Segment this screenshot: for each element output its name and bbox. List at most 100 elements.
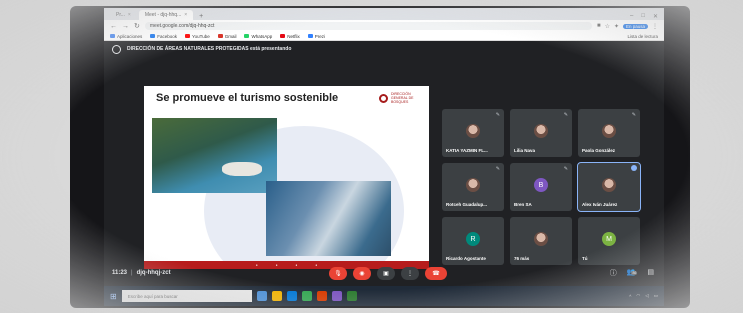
avatar xyxy=(466,178,480,192)
screen: Pr... × Meet - djq-hhq... × + – □ ✕ ← → ↻ … xyxy=(104,8,664,306)
tab-0[interactable]: Pr... × xyxy=(110,10,137,20)
photo-kayak xyxy=(152,118,277,193)
windows-start-icon[interactable]: ⊞ xyxy=(110,292,117,301)
avatar xyxy=(466,124,480,138)
minimize-icon[interactable]: – xyxy=(630,13,633,20)
address-bar-row: ← → ↻ meet.google.com/djq-hhq-zct ■ ☆ ✦ … xyxy=(104,20,664,32)
people-icon[interactable]: 👥86 xyxy=(627,268,638,278)
new-tab-icon[interactable]: + xyxy=(195,13,207,20)
participant-tile[interactable]: Lilia Nava ✎ xyxy=(510,109,572,157)
window-controls: – □ ✕ xyxy=(630,13,664,20)
end-call-button[interactable]: ☎ xyxy=(425,266,447,280)
bookmarks-bar: Aplicaciones Facebook YouTube Gmail What… xyxy=(104,32,664,41)
apps-icon xyxy=(110,34,115,39)
star-icon[interactable]: ☆ xyxy=(605,23,610,30)
bookmark-label: Prezi xyxy=(314,33,326,39)
close-icon[interactable]: × xyxy=(184,12,187,18)
task-view-icon[interactable] xyxy=(256,291,267,301)
presenting-banner: DIRECCIÓN DE ÁREAS NATURALES PROTEGIDAS … xyxy=(104,41,664,57)
bookmark-label: Facebook xyxy=(157,33,178,39)
close-window-icon[interactable]: ✕ xyxy=(653,13,658,20)
bookmark-prezi[interactable]: Prezi xyxy=(307,33,326,39)
logo-icon xyxy=(379,93,388,103)
bookmark-facebook[interactable]: Facebook xyxy=(150,34,177,39)
bookmark-label: WhatsApp xyxy=(251,33,273,39)
bookmark-label: Aplicaciones xyxy=(117,33,143,39)
camera-icon[interactable]: ■ xyxy=(597,23,601,29)
notifications-icon[interactable]: ▭ xyxy=(654,293,658,299)
bookmark-netflix[interactable]: Netflix xyxy=(280,34,300,39)
slide-title: Se promueve el turismo sostenible xyxy=(156,92,339,104)
bookmark-gmail[interactable]: Gmail xyxy=(217,34,236,39)
facebook-icon xyxy=(150,34,156,39)
slide-logo: DIRECCIÓN GENERAL DE BOSQUES xyxy=(379,92,421,104)
camera-off-button[interactable]: ◉ xyxy=(353,266,371,280)
mic-muted-icon: ✎ xyxy=(563,166,568,172)
edge-icon[interactable] xyxy=(286,291,297,301)
avatar xyxy=(602,124,616,138)
youtube-icon xyxy=(185,34,191,39)
reload-icon[interactable]: ↻ xyxy=(134,22,140,30)
taskbar-search-placeholder: Escribe aquí para buscar xyxy=(127,293,178,299)
participant-tile[interactable]: B Bren SA ✎ xyxy=(510,163,572,211)
presentation-slide: Se promueve el turismo sostenible DIRECC… xyxy=(144,86,429,269)
more-options-icon[interactable] xyxy=(631,165,637,171)
taskbar-search[interactable]: Escribe aquí para buscar xyxy=(121,290,252,302)
system-tray: ^ ◠ ◁ ▭ xyxy=(629,293,658,299)
url-text: meet.google.com/djq-hhq-zct xyxy=(149,23,215,29)
meet-bottom-bar: 11:23 | djq-hhqj-zct 🎙 ◉ ▣ ⋮ ☎ ⓘ 👥86 ▤ xyxy=(104,260,664,286)
reading-list[interactable]: Lista de lectura xyxy=(627,34,658,39)
powerpoint-icon[interactable] xyxy=(316,291,327,301)
participant-tile[interactable]: Paola González ✎ xyxy=(578,109,640,157)
profile-badge[interactable]: En pausa xyxy=(622,23,648,29)
participant-name: Bren SA xyxy=(514,202,532,207)
wifi-icon[interactable]: ◠ xyxy=(636,293,640,299)
netflix-icon xyxy=(280,34,286,39)
bookmark-whatsapp[interactable]: WhatsApp xyxy=(244,34,272,39)
avatar: M xyxy=(602,232,616,246)
avatar xyxy=(534,232,548,246)
bookmark-youtube[interactable]: YouTube xyxy=(185,34,210,39)
logo-text: DIRECCIÓN GENERAL DE BOSQUES xyxy=(391,92,414,104)
call-controls: 🎙 ◉ ▣ ⋮ ☎ xyxy=(329,266,447,280)
participant-tile[interactable]: Rotceh Guadalup... ✎ xyxy=(442,163,504,211)
back-icon[interactable]: ← xyxy=(110,23,117,30)
separator: | xyxy=(131,270,133,276)
participant-tile[interactable]: M Tú xyxy=(578,217,640,265)
maximize-icon[interactable]: □ xyxy=(641,13,645,20)
forward-icon[interactable]: → xyxy=(122,23,129,30)
present-button[interactable]: ▣ xyxy=(377,266,395,280)
mic-muted-icon: ✎ xyxy=(631,112,636,118)
bookmark-apps[interactable]: Aplicaciones xyxy=(110,34,142,39)
photo-collage xyxy=(266,181,391,256)
participant-name: Paola González xyxy=(582,148,616,153)
participant-count: 86 xyxy=(631,271,638,275)
app-icon[interactable] xyxy=(346,291,357,301)
avatar xyxy=(602,178,616,192)
participant-name: Lilia Nava xyxy=(514,148,536,153)
volume-icon[interactable]: ◁ xyxy=(645,293,648,299)
menu-icon[interactable]: ⋮ xyxy=(652,23,658,30)
more-options-button[interactable]: ⋮ xyxy=(401,266,419,280)
url-field[interactable]: meet.google.com/djq-hhq-zct xyxy=(144,22,592,30)
windows-taskbar: ⊞ Escribe aquí para buscar ^ ◠ ◁ ▭ xyxy=(104,286,664,306)
close-icon[interactable]: × xyxy=(128,12,131,18)
meet-right-icons: ⓘ 👥86 ▤ xyxy=(610,268,654,278)
chat-icon[interactable]: ▤ xyxy=(647,268,654,278)
participant-tile[interactable]: KATIA YAZMIN FL... ✎ xyxy=(442,109,504,157)
chrome-icon[interactable] xyxy=(301,291,312,301)
info-icon[interactable]: ⓘ xyxy=(610,268,617,278)
tab-1[interactable]: Meet - djq-hhq... × xyxy=(138,10,194,20)
participant-name: KATIA YAZMIN FL... xyxy=(446,148,488,153)
participant-tile[interactable]: Alex Iván Juárez xyxy=(577,162,641,212)
participant-tile[interactable]: R Ricardo Agostante xyxy=(442,217,504,265)
app-icon[interactable] xyxy=(331,291,342,301)
file-explorer-icon[interactable] xyxy=(271,291,282,301)
participant-tile[interactable]: 76 más xyxy=(510,217,572,265)
participant-name: Alex Iván Juárez xyxy=(582,202,618,207)
chevron-up-icon[interactable]: ^ xyxy=(629,294,631,299)
mic-off-button[interactable]: 🎙 xyxy=(329,266,347,280)
prezi-icon xyxy=(307,34,313,39)
avatar xyxy=(534,124,548,138)
extensions-icon[interactable]: ✦ xyxy=(614,23,619,30)
